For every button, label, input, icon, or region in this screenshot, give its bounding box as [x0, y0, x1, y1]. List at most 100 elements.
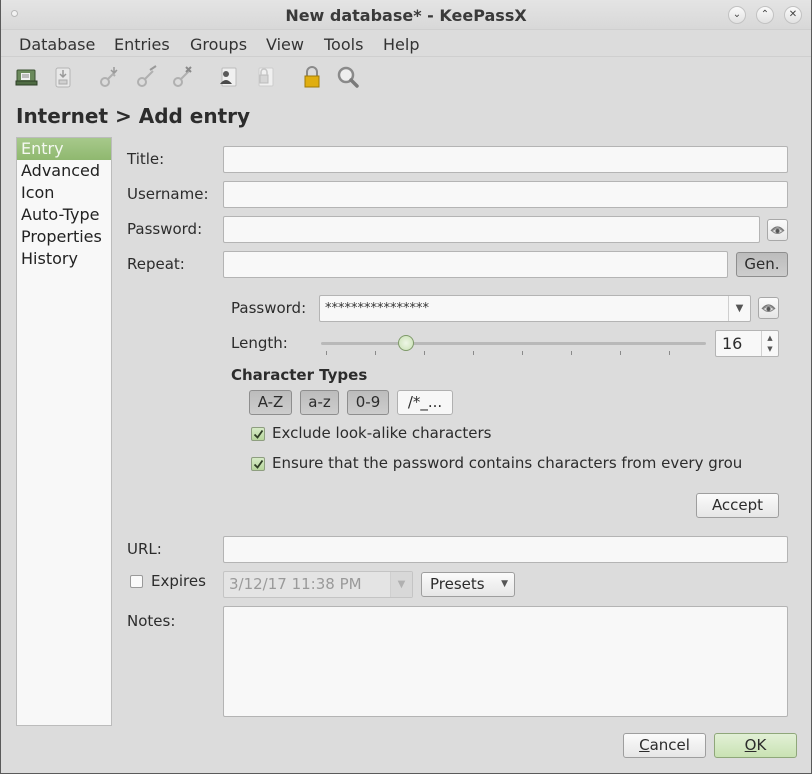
- generated-password-value: ****************: [325, 301, 429, 316]
- sidebar-item-auto-type[interactable]: Auto-Type: [17, 204, 111, 226]
- menu-groups[interactable]: Groups: [190, 35, 247, 54]
- expires-label[interactable]: Expires: [151, 572, 206, 590]
- every-group-checkbox[interactable]: [251, 457, 265, 471]
- menu-help[interactable]: Help: [383, 35, 419, 54]
- expiry-datetime-value: 3/12/17 11:38 PM: [229, 575, 362, 593]
- spin-up-icon[interactable]: ▲: [762, 331, 778, 343]
- lock-database-button[interactable]: [299, 64, 325, 90]
- close-button[interactable]: ✕: [784, 6, 802, 24]
- character-types-heading: Character Types: [231, 366, 368, 384]
- expires-checkbox[interactable]: [130, 575, 143, 588]
- generate-password-button[interactable]: Gen.: [736, 252, 788, 277]
- generated-password-combobox[interactable]: **************** ▼: [319, 295, 751, 322]
- eye-icon: [761, 304, 776, 312]
- lock-database-icon: [304, 66, 320, 88]
- expiry-datetime-input: 3/12/17 11:38 PM ▼: [223, 571, 413, 598]
- spin-down-icon[interactable]: ▼: [762, 343, 778, 355]
- slider-tick: [522, 351, 523, 355]
- toggle-generated-visibility-button[interactable]: [758, 297, 779, 319]
- sidebar-item-entry[interactable]: Entry: [17, 138, 111, 160]
- char-type-lowercase-toggle[interactable]: a-z: [300, 390, 339, 415]
- add-entry-button[interactable]: [97, 64, 123, 90]
- password-label: Password:: [127, 220, 203, 238]
- delete-entry-icon: [173, 66, 192, 87]
- repeat-label: Repeat:: [127, 255, 185, 273]
- checkmark-icon: [253, 429, 264, 439]
- checkmark-icon: [253, 459, 264, 469]
- slider-tick: [571, 351, 572, 355]
- slider-tick: [375, 351, 376, 355]
- slider-tick: [424, 351, 425, 355]
- cancel-rest: ancel: [649, 736, 690, 754]
- username-input[interactable]: [223, 181, 788, 208]
- every-group-label[interactable]: Ensure that the password contains charac…: [272, 454, 771, 472]
- length-slider-handle[interactable]: [398, 335, 414, 351]
- open-database-icon: [15, 69, 38, 86]
- menu-view[interactable]: View: [266, 35, 304, 54]
- accept-button[interactable]: Accept: [696, 493, 779, 518]
- sidebar-item-properties[interactable]: Properties: [17, 226, 111, 248]
- slider-tick: [620, 351, 621, 355]
- edit-entry-icon: [137, 65, 157, 87]
- copy-password-button[interactable]: [252, 64, 278, 90]
- minimize-button[interactable]: ⌄: [728, 6, 746, 24]
- menu-entries[interactable]: Entries: [114, 35, 170, 54]
- generator-password-label: Password:: [231, 299, 307, 317]
- length-spinbox[interactable]: 16 ▲ ▼: [715, 330, 779, 357]
- entry-category-list: Entry Advanced Icon Auto-Type Properties…: [16, 137, 112, 726]
- char-type-numbers-toggle[interactable]: 0-9: [347, 390, 389, 415]
- length-label: Length:: [231, 334, 288, 352]
- dropdown-arrow-icon: ▼: [501, 579, 508, 589]
- search-icon: [337, 66, 359, 88]
- repeat-input[interactable]: [223, 251, 728, 278]
- ok-mnemonic: O: [744, 736, 757, 754]
- exclude-lookalike-checkbox[interactable]: [251, 427, 265, 441]
- slider-tick: [326, 351, 327, 355]
- open-database-button[interactable]: [14, 64, 40, 90]
- maximize-button[interactable]: ⌃: [756, 6, 774, 24]
- exclude-lookalike-label[interactable]: Exclude look-alike characters: [272, 424, 491, 442]
- chevron-down-icon: ⌄: [732, 9, 742, 20]
- copy-username-icon: [220, 67, 237, 87]
- presets-label: Presets: [430, 575, 485, 593]
- eye-icon: [770, 226, 785, 234]
- char-type-uppercase-toggle[interactable]: A-Z: [249, 390, 292, 415]
- username-label: Username:: [127, 185, 209, 203]
- length-slider-track[interactable]: [321, 342, 706, 345]
- title-input[interactable]: [223, 146, 788, 173]
- search-button[interactable]: [335, 64, 361, 90]
- sidebar-item-advanced[interactable]: Advanced: [17, 160, 111, 182]
- title-label: Title:: [127, 150, 165, 168]
- char-type-special-toggle[interactable]: /*_...: [397, 390, 453, 415]
- notes-textarea[interactable]: [223, 606, 788, 717]
- add-entry-icon: [100, 67, 118, 87]
- length-value: 16: [722, 334, 743, 353]
- ok-button[interactable]: OK: [714, 733, 797, 758]
- dropdown-arrow-icon[interactable]: ▼: [728, 296, 750, 321]
- menu-tools[interactable]: Tools: [324, 35, 363, 54]
- presets-dropdown[interactable]: Presets ▼: [421, 572, 515, 597]
- copy-username-button[interactable]: [215, 64, 241, 90]
- ok-rest: K: [756, 736, 767, 754]
- sidebar-item-history[interactable]: History: [17, 248, 111, 270]
- window-title: New database* - KeePassX: [285, 6, 527, 25]
- sidebar-item-icon[interactable]: Icon: [17, 182, 111, 204]
- page-title: Internet > Add entry: [16, 104, 251, 128]
- cancel-mnemonic: C: [639, 736, 650, 754]
- menu-database[interactable]: Database: [19, 35, 95, 54]
- notes-label: Notes:: [127, 612, 176, 630]
- password-input[interactable]: [223, 216, 760, 243]
- close-icon: ✕: [788, 9, 798, 20]
- spinbox-arrows: ▲ ▼: [761, 331, 778, 356]
- save-database-icon: [55, 67, 71, 88]
- menu-bar: Database Entries Groups View Tools Help: [1, 31, 811, 57]
- keepassx-window: New database* - KeePassX ⌄ ⌃ ✕ Database …: [0, 0, 812, 774]
- toggle-password-visibility-button[interactable]: [767, 219, 788, 241]
- url-input[interactable]: [223, 536, 788, 563]
- edit-entry-button[interactable]: [134, 64, 160, 90]
- cancel-button[interactable]: Cancel: [623, 733, 706, 758]
- toolbar: [1, 58, 811, 96]
- save-database-button[interactable]: [50, 64, 76, 90]
- delete-entry-button[interactable]: [170, 64, 196, 90]
- url-label: URL:: [127, 540, 162, 558]
